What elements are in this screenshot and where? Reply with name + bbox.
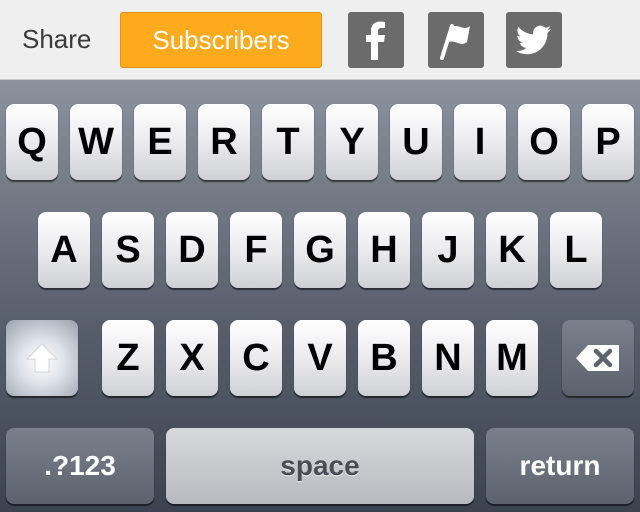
shift-icon <box>25 343 59 373</box>
facebook-button[interactable] <box>348 12 404 68</box>
key-l[interactable]: L <box>550 212 602 288</box>
backspace-key[interactable] <box>562 320 634 396</box>
key-w[interactable]: W <box>70 104 122 180</box>
share-bar: Share Subscribers <box>0 0 640 80</box>
key-k[interactable]: K <box>486 212 538 288</box>
key-m[interactable]: M <box>486 320 538 396</box>
key-o[interactable]: O <box>518 104 570 180</box>
key-r[interactable]: R <box>198 104 250 180</box>
numbers-key[interactable]: .?123 <box>6 428 154 504</box>
key-i[interactable]: I <box>454 104 506 180</box>
key-d[interactable]: D <box>166 212 218 288</box>
twitter-icon <box>515 25 551 55</box>
key-x[interactable]: X <box>166 320 218 396</box>
flag-button[interactable] <box>428 12 484 68</box>
key-j[interactable]: J <box>422 212 474 288</box>
flag-icon <box>440 24 470 60</box>
key-c[interactable]: C <box>230 320 282 396</box>
key-f[interactable]: F <box>230 212 282 288</box>
facebook-icon <box>366 21 385 60</box>
key-e[interactable]: E <box>134 104 186 180</box>
shift-key[interactable] <box>6 320 78 396</box>
key-z[interactable]: Z <box>102 320 154 396</box>
twitter-button[interactable] <box>506 12 562 68</box>
share-label: Share <box>22 24 92 54</box>
space-key[interactable]: space <box>166 428 474 504</box>
backspace-icon <box>576 345 619 371</box>
key-g[interactable]: G <box>294 212 346 288</box>
key-n[interactable]: N <box>422 320 474 396</box>
key-u[interactable]: U <box>390 104 442 180</box>
subscribers-button[interactable]: Subscribers <box>120 12 322 68</box>
key-h[interactable]: H <box>358 212 410 288</box>
key-t[interactable]: T <box>262 104 314 180</box>
key-v[interactable]: V <box>294 320 346 396</box>
key-y[interactable]: Y <box>326 104 378 180</box>
key-p[interactable]: P <box>582 104 634 180</box>
key-b[interactable]: B <box>358 320 410 396</box>
return-key[interactable]: return <box>486 428 634 504</box>
key-a[interactable]: A <box>38 212 90 288</box>
keyboard: Q W E R T Y U I O P A S D F G H J K L Z … <box>0 80 640 512</box>
key-q[interactable]: Q <box>6 104 58 180</box>
key-s[interactable]: S <box>102 212 154 288</box>
